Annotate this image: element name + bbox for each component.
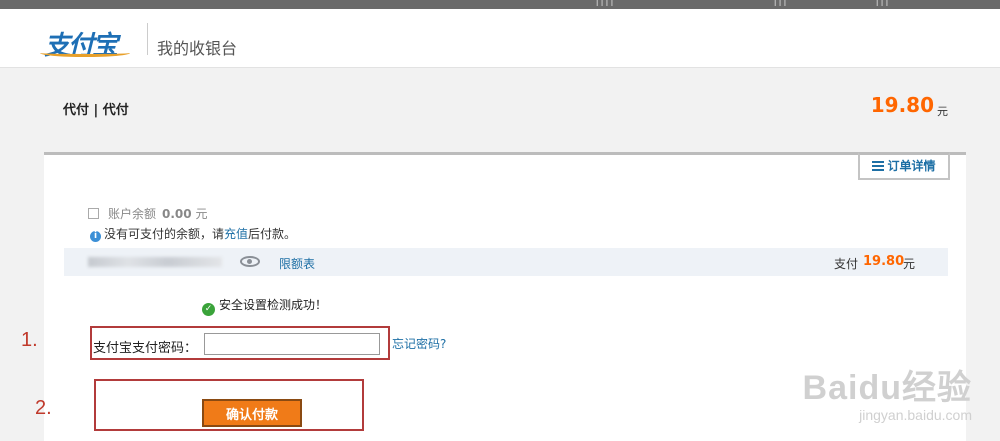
cashier-title: 我的收银台: [157, 39, 238, 58]
top-bar-link[interactable]: I I I I: [596, 0, 613, 8]
balance-note-prefix: 没有可支付的余额，请: [104, 227, 225, 241]
pay-amount: 19.80: [863, 254, 905, 269]
balance-amount: 0.00: [162, 207, 192, 221]
logo-swoosh: [40, 49, 130, 57]
info-icon: i: [90, 231, 101, 242]
balance-checkbox[interactable]: [88, 208, 99, 219]
step-number-2: 2.: [35, 397, 52, 419]
top-bar-link[interactable]: I I I: [876, 0, 888, 8]
order-summary: 代付 | 代付 19.80 元: [0, 69, 1000, 151]
balance-note: i 没有可支付的余额，请充值后付款。: [90, 225, 296, 242]
balance-row: 账户余额 0.00 元: [88, 205, 207, 222]
watermark-url: jingyan.baidu.com: [859, 407, 972, 423]
security-check-text: 安全设置检测成功！: [219, 298, 328, 312]
order-name: 代付 | 代付: [63, 103, 129, 118]
card-number-blurred: [88, 257, 222, 267]
step-number-1: 1.: [21, 329, 38, 351]
list-icon: [872, 161, 885, 171]
payment-method-row[interactable]: 限额表 支付 19.80 元: [64, 248, 948, 276]
confirm-payment-button[interactable]: 确认付款: [202, 399, 302, 427]
order-amount-unit: 元: [937, 105, 948, 118]
header: 支付宝 我的收银台: [0, 9, 1000, 68]
password-label: 支付宝支付密码：: [93, 341, 198, 356]
baidu-watermark: Baidu经验 jingyan.baidu.com: [803, 360, 972, 423]
pay-unit: 元: [903, 257, 916, 271]
balance-note-suffix: 后付款。: [248, 227, 297, 241]
watermark-brand: Baidu经验: [802, 369, 972, 407]
pay-label: 支付: [834, 257, 859, 271]
security-check-message: ✓ 安全设置检测成功！: [202, 296, 327, 316]
balance-label: 账户余额: [108, 207, 157, 221]
check-circle-icon: ✓: [202, 303, 215, 316]
logo-divider: [147, 23, 148, 55]
forgot-password-link[interactable]: 忘记密码?: [392, 335, 446, 352]
recharge-link[interactable]: 充值: [224, 227, 248, 241]
order-detail-label: 订单详情: [887, 159, 936, 173]
balance-unit: 元: [195, 207, 208, 221]
order-detail-tab[interactable]: 订单详情: [858, 152, 950, 180]
eye-icon[interactable]: [240, 256, 260, 267]
order-amount: 19.80: [870, 93, 934, 117]
top-bar-link[interactable]: I I I: [774, 0, 786, 8]
top-bar: I I I I I I I I I I: [0, 0, 1000, 9]
limit-table-link[interactable]: 限额表: [279, 255, 315, 272]
password-field[interactable]: [204, 333, 380, 355]
